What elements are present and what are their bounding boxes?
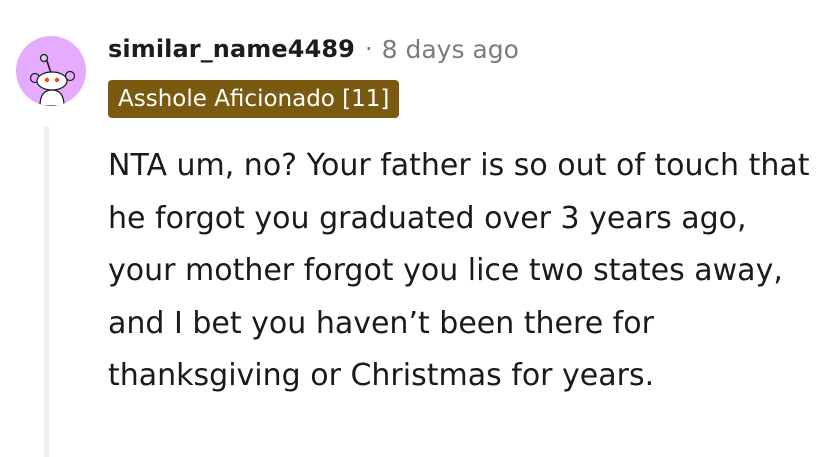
comment-body: NTA um, no? Your father is so out of tou… [108, 148, 810, 393]
snoo-avatar-icon [29, 53, 76, 106]
user-flair-badge: Asshole Aficionado [11] [108, 80, 400, 118]
user-avatar[interactable] [16, 36, 86, 106]
comment: similar_name4489 · 8 days ago Asshole Af… [0, 0, 817, 457]
comment-meta: similar_name4489 · 8 days ago [108, 30, 519, 68]
meta-separator: · [364, 35, 373, 63]
username-link[interactable]: similar_name4489 [108, 35, 355, 63]
timestamp-link[interactable]: 8 days ago [382, 35, 519, 64]
thread-collapse-line[interactable] [44, 127, 49, 457]
